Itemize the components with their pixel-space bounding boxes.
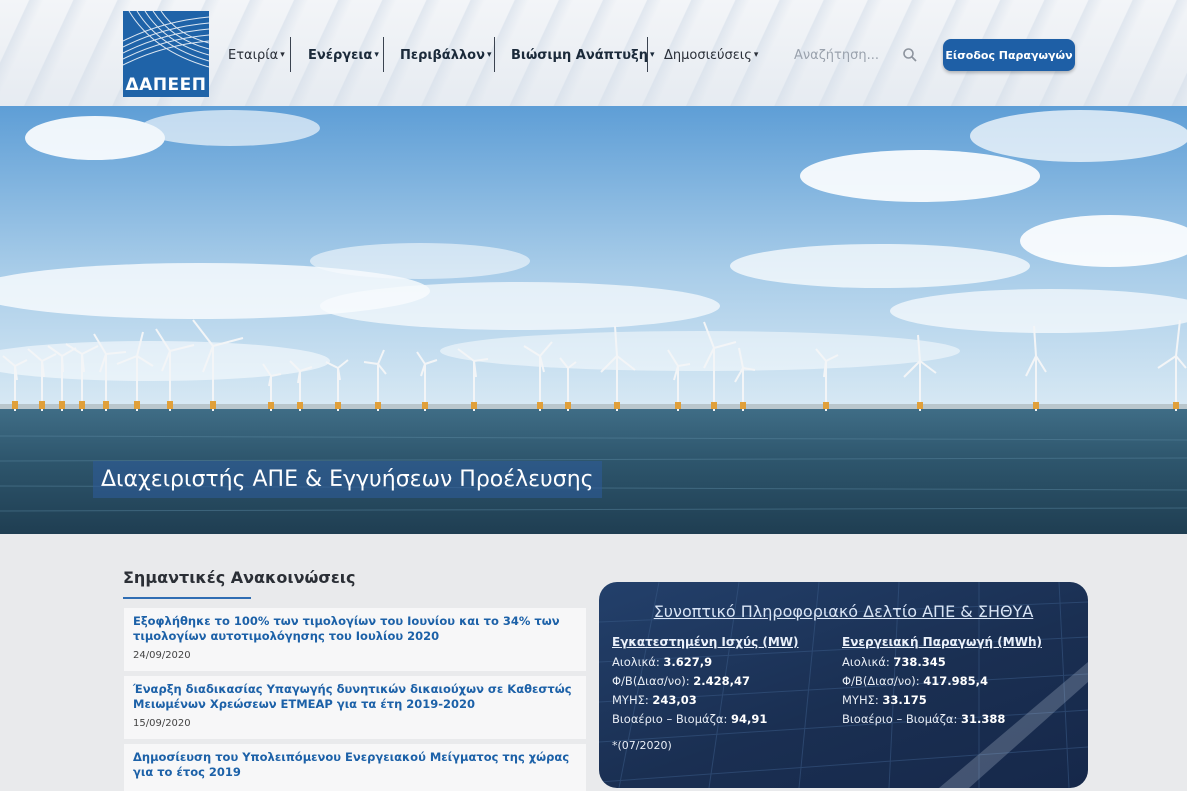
announcement-date: 24/09/2020 (133, 650, 191, 661)
nav-label: Περιβάλλον (400, 47, 485, 63)
row-label: Βιοαέριο – Βιομάζα: (612, 712, 728, 726)
chevron-down-icon: ▾ (649, 50, 655, 60)
production-row-biogas: Βιοαέριο – Βιομάζα: 31.388 (842, 712, 1005, 726)
nav-divider (647, 37, 648, 72)
announcement-link[interactable]: Έναρξη διαδικασίας Υπαγωγής δυνητικών δι… (133, 682, 577, 712)
announcement-item: Δημοσίευση του Υπολειπόμενου Ενεργειακού… (124, 744, 586, 791)
producers-login-button[interactable]: Είσοδος Παραγωγών (943, 39, 1075, 71)
hero-title: Διαχειριστής ΑΠΕ & Εγγυήσεων Προέλευσης (93, 461, 602, 498)
nav-item-environment[interactable]: Περιβάλλον ▾ (400, 38, 492, 72)
capacity-heading[interactable]: Εγκατεστημένη Ισχύς (MW) (612, 635, 799, 649)
announcement-date: 15/09/2020 (133, 718, 191, 729)
announcement-item: Έναρξη διαδικασίας Υπαγωγής δυνητικών δι… (124, 676, 586, 739)
row-value: 243,03 (652, 693, 697, 707)
row-label: Φ/Β(Διασ/νο): (842, 674, 920, 688)
bulletin-title[interactable]: Συνοπτικό Πληροφοριακό Δελτίο ΑΠΕ & ΣΗΘΥ… (599, 602, 1088, 621)
row-label: Βιοαέριο – Βιομάζα: (842, 712, 958, 726)
row-value: 31.388 (960, 712, 1006, 726)
announcements-title: Σημαντικές Ανακοινώσεις (123, 568, 356, 587)
production-row-wind: Αιολικά: 738.345 (842, 655, 946, 669)
search-input[interactable]: Αναζήτηση... (784, 39, 924, 71)
row-label: ΜΥΗΣ: (612, 693, 649, 707)
row-value: 3.627,9 (663, 655, 713, 669)
nav-divider (290, 37, 291, 72)
site-header: ΔΑΠΕΕΠ Εταιρία ▾ Ενέργεια ▾ Περιβάλλον ▾ Βι… (0, 0, 1187, 106)
nav-item-company[interactable]: Εταιρία ▾ (228, 38, 285, 72)
announcements-underline (123, 597, 251, 599)
nav-item-publications[interactable]: Δημοσιεύσεις ▾ (664, 38, 758, 72)
nav-label: Δημοσιεύσεις (664, 47, 752, 63)
row-label: Αιολικά: (612, 655, 660, 669)
chevron-down-icon: ▾ (374, 50, 379, 60)
announcement-link[interactable]: Εξοφλήθηκε το 100% των τιμολογίων του Ιο… (133, 614, 577, 644)
row-value: 417.985,4 (923, 674, 989, 688)
chevron-down-icon: ▾ (486, 50, 492, 60)
logo-text: ΔΑΠΕΕΠ (125, 75, 207, 95)
nav-label: Ενέργεια (308, 47, 373, 63)
row-value: 738.345 (893, 655, 946, 669)
capacity-row-biogas: Βιοαέριο – Βιομάζα: 94,91 (612, 712, 767, 726)
production-row-pv: Φ/Β(Διασ/νο): 417.985,4 (842, 674, 988, 688)
nav-divider (494, 37, 495, 72)
nav-item-sustainable-development[interactable]: Βιώσιμη Ανάπτυξη ▾ (511, 38, 654, 72)
row-value: 94,91 (730, 712, 768, 726)
search-icon[interactable] (902, 47, 918, 63)
nav-label: Εταιρία (228, 47, 279, 63)
capacity-row-pv: Φ/Β(Διασ/νο): 2.428,47 (612, 674, 750, 688)
nav-divider (383, 37, 384, 72)
announcement-item: Εξοφλήθηκε το 100% των τιμολογίων του Ιο… (124, 608, 586, 671)
nav-item-energy[interactable]: Ενέργεια ▾ (308, 38, 379, 72)
nav-label: Βιώσιμη Ανάπτυξη (511, 47, 648, 63)
row-value: 2.428,47 (693, 674, 751, 688)
row-value: 33.175 (882, 693, 927, 707)
company-logo[interactable]: ΔΑΠΕΕΠ (123, 11, 209, 97)
bulletin-footnote: *(07/2020) (612, 739, 672, 752)
row-label: ΜΥΗΣ: (842, 693, 879, 707)
production-row-hydro: ΜΥΗΣ: 33.175 (842, 693, 927, 707)
announcement-link[interactable]: Δημοσίευση του Υπολειπόμενου Ενεργειακού… (133, 750, 577, 780)
capacity-row-hydro: ΜΥΗΣ: 243,03 (612, 693, 697, 707)
chevron-down-icon: ▾ (280, 50, 285, 60)
production-heading[interactable]: Ενεργειακή Παραγωγή (MWh) (842, 635, 1042, 649)
row-label: Φ/Β(Διασ/νο): (612, 674, 690, 688)
chevron-down-icon: ▾ (753, 50, 759, 60)
info-bulletin-panel: Συνοπτικό Πληροφοριακό Δελτίο ΑΠΕ & ΣΗΘΥ… (599, 582, 1088, 788)
capacity-row-wind: Αιολικά: 3.627,9 (612, 655, 712, 669)
row-label: Αιολικά: (842, 655, 890, 669)
search-placeholder: Αναζήτηση... (794, 47, 879, 63)
